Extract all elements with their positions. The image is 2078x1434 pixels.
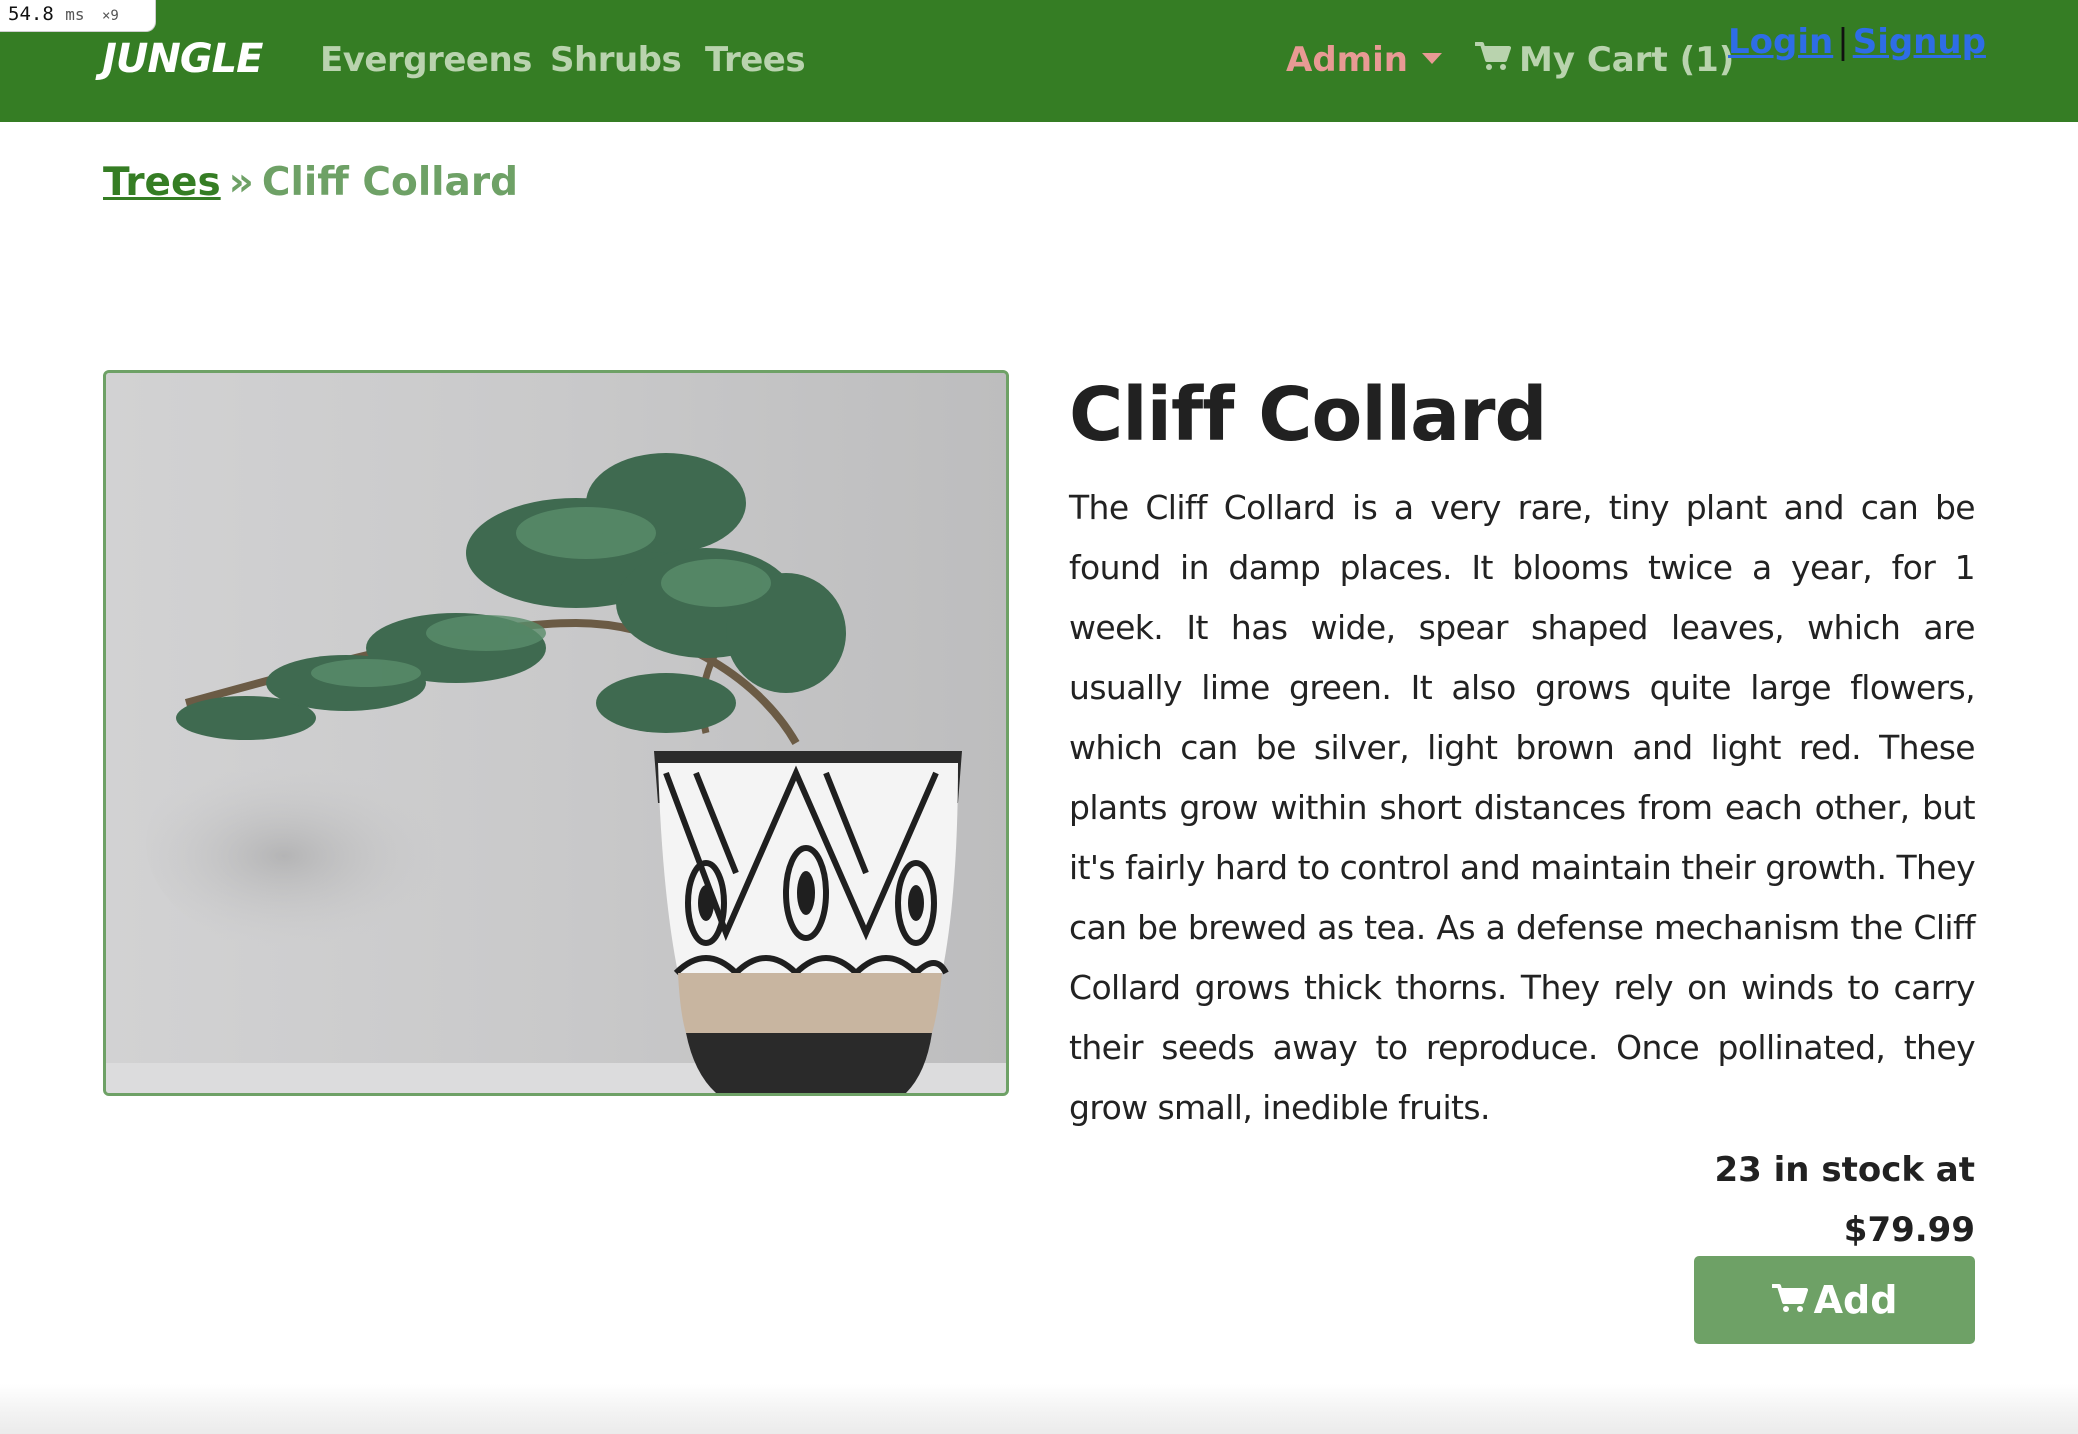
perf-counter: 54.8 ms ×9 xyxy=(0,0,156,32)
top-navbar: JUNGLE Evergreens Shrubs Trees Admin My … xyxy=(0,0,2078,122)
nav-link-shrubs[interactable]: Shrubs xyxy=(550,40,682,80)
product-description: The Cliff Collard is a very rare, tiny p… xyxy=(1069,488,1976,1127)
admin-label: Admin xyxy=(1286,40,1408,80)
shopping-cart-icon xyxy=(1770,1278,1808,1322)
breadcrumb-separator: » xyxy=(228,160,254,205)
brand-logo[interactable]: JUNGLE xyxy=(102,36,263,82)
my-cart-link[interactable]: My Cart (1) xyxy=(1474,40,1735,80)
perf-multiplier: ×9 xyxy=(101,8,119,24)
bonsai-in-patterned-pot-image xyxy=(106,373,1006,1093)
stock-and-price: 23 in stock at $79.99 xyxy=(1475,1140,1976,1260)
chevron-down-icon xyxy=(1421,53,1442,64)
add-button-label: Add xyxy=(1813,1278,1898,1322)
perf-value: 54.8 xyxy=(8,3,54,25)
admin-dropdown[interactable]: Admin xyxy=(1286,40,1442,80)
product-price: $79.99 xyxy=(1843,1210,1975,1250)
shopping-cart-icon xyxy=(1474,40,1511,80)
auth-separator: | xyxy=(1837,22,1849,62)
breadcrumb: Trees» Cliff Collard xyxy=(103,160,518,205)
stock-count: 23 in stock at xyxy=(1714,1150,1976,1190)
breadcrumb-link-trees[interactable]: Trees xyxy=(103,160,221,205)
breadcrumb-current: Cliff Collard xyxy=(261,160,519,205)
cart-label: My Cart (1) xyxy=(1519,40,1735,80)
nav-link-evergreens[interactable]: Evergreens xyxy=(320,40,532,80)
signup-link[interactable]: Signup xyxy=(1853,22,1986,62)
product-image xyxy=(103,370,1009,1096)
footer-edge xyxy=(0,1384,2078,1434)
login-link[interactable]: Login xyxy=(1728,22,1833,62)
perf-unit: ms xyxy=(65,5,85,24)
product-title: Cliff Collard xyxy=(1069,372,1547,458)
add-to-cart-button[interactable]: Add xyxy=(1694,1256,1975,1344)
auth-links: Login | Signup xyxy=(1728,22,1986,62)
nav-link-trees[interactable]: Trees xyxy=(705,40,806,80)
